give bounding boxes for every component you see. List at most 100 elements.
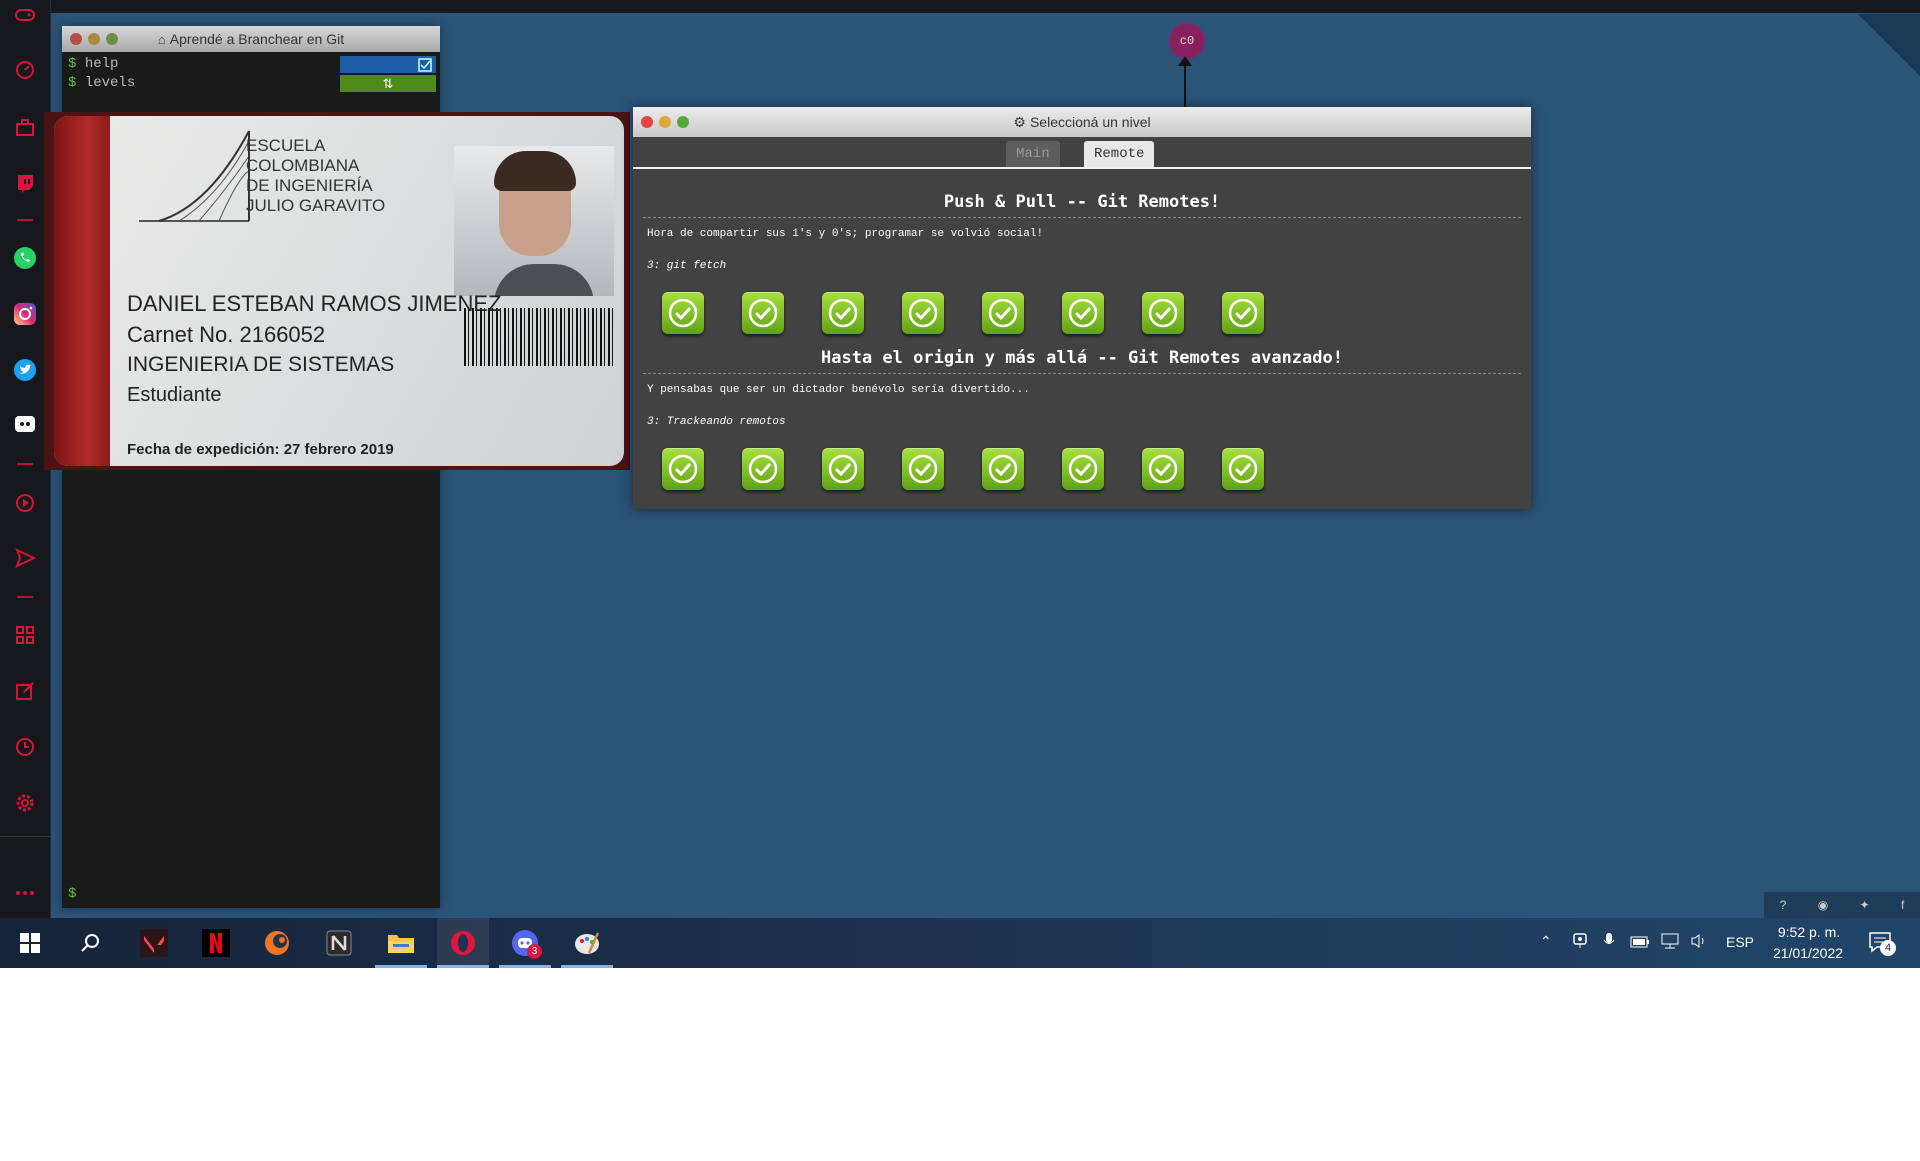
fork-corner[interactable] [1858, 14, 1920, 76]
briefcase-icon[interactable] [10, 113, 40, 143]
check-icon [908, 298, 938, 328]
settings-icon[interactable] [10, 788, 40, 818]
level-select-dialog: ⚙ Seleccioná un nivel Main Remote Push &… [633, 107, 1531, 509]
window-controls [641, 116, 689, 128]
gear-icon: ⚙ [1013, 113, 1026, 130]
prompt-symbol: $ [68, 75, 77, 91]
start-button[interactable] [4, 918, 56, 968]
globe-icon[interactable]: ◉ [1818, 898, 1828, 912]
branch-pointer-line [1184, 64, 1186, 108]
close-button[interactable] [70, 33, 82, 45]
level-button[interactable] [1222, 292, 1264, 334]
issue-date: Fecha de expedición: 27 febrero 2019 [127, 441, 394, 458]
maximize-button[interactable] [106, 33, 118, 45]
more-icon[interactable] [10, 878, 40, 908]
microphone-icon[interactable] [1603, 932, 1615, 955]
check-icon [1148, 298, 1178, 328]
clock-date[interactable]: 21/01/2022 [1768, 945, 1848, 961]
speedometer-icon[interactable] [10, 55, 40, 85]
send-icon[interactable] [10, 543, 40, 573]
check-icon [1228, 454, 1258, 484]
grid-icon[interactable] [10, 620, 40, 650]
check-icon [668, 298, 698, 328]
clock-time[interactable]: 9:52 p. m. [1774, 924, 1844, 940]
level-button[interactable] [1062, 448, 1104, 490]
level-button[interactable] [662, 448, 704, 490]
instagram-icon[interactable] [10, 299, 40, 329]
taskbar-netflix[interactable] [190, 918, 242, 968]
taskbar-discord[interactable]: 3 [499, 918, 551, 968]
taskbar-crunchyroll[interactable] [251, 918, 303, 968]
sequence-title: Hasta el origin y más allá -- Git Remote… [821, 348, 1343, 368]
network-icon[interactable] [1660, 933, 1680, 954]
terminal-input-line[interactable]: $ [68, 886, 76, 902]
id-card: ESCUELA COLOMBIANA DE INGENIERÍA JULIO G… [54, 116, 624, 466]
crunchyroll-icon [265, 931, 289, 955]
twitter-icon[interactable]: ✦ [1860, 898, 1870, 912]
webcam-icon[interactable] [1572, 932, 1588, 955]
school-line: ESCUELA [246, 136, 326, 155]
webcam-id-card: ESCUELA COLOMBIANA DE INGENIERÍA JULIO G… [44, 112, 630, 470]
minimize-button[interactable] [88, 33, 100, 45]
checkbox-icon [418, 57, 432, 72]
gamepad-icon[interactable] [10, 0, 40, 30]
whatsapp-icon[interactable] [10, 243, 40, 273]
dialog-titlebar: ⚙ Seleccioná un nivel [633, 107, 1531, 137]
battery-icon[interactable] [1630, 935, 1650, 953]
facebook-icon[interactable]: f [1901, 898, 1904, 912]
level-button[interactable] [1142, 448, 1184, 490]
edit-icon[interactable] [10, 676, 40, 706]
level-button[interactable] [982, 292, 1024, 334]
desktop-screen: c0 ⌂ Aprendé a Branchear en Git $ help $… [0, 0, 1920, 968]
terminal-title: Aprendé a Branchear en Git [169, 31, 345, 47]
level-button[interactable] [742, 448, 784, 490]
tab-remote[interactable]: Remote [1084, 141, 1155, 167]
terminal-titlebar: ⌂ Aprendé a Branchear en Git [62, 26, 440, 52]
clock-icon[interactable] [10, 732, 40, 762]
taskbar-valorant[interactable] [128, 918, 180, 968]
language-indicator[interactable]: ESP [1726, 934, 1754, 950]
terminal-history-line[interactable]: $ levels [68, 75, 135, 91]
twitter-icon[interactable] [10, 355, 40, 385]
maximize-button[interactable] [677, 116, 689, 128]
close-button[interactable] [641, 116, 653, 128]
check-icon [908, 454, 938, 484]
level-button[interactable] [1062, 292, 1104, 334]
level-button[interactable] [742, 292, 784, 334]
minimize-button[interactable] [659, 116, 671, 128]
check-icon [1148, 454, 1178, 484]
card-red-stripe [54, 116, 110, 466]
tab-main[interactable]: Main [1006, 141, 1060, 167]
volume-icon[interactable] [1690, 933, 1708, 954]
help-icon[interactable]: ? [1780, 898, 1787, 912]
level-button[interactable] [822, 448, 864, 490]
taskbar-file-explorer[interactable] [375, 918, 427, 968]
terminal-history-line[interactable]: $ help [68, 56, 118, 72]
level-button[interactable] [1222, 448, 1264, 490]
school-line: DE INGENIERÍA [246, 176, 373, 195]
level-button[interactable] [982, 448, 1024, 490]
taskbar-opera[interactable] [437, 918, 489, 968]
student-name: DANIEL ESTEBAN RAMOS JIMENEZ [127, 291, 502, 316]
check-icon [1228, 298, 1258, 328]
taskbar-paint[interactable] [561, 918, 613, 968]
commit-node[interactable]: c0 [1168, 22, 1206, 60]
level-button[interactable] [662, 292, 704, 334]
taskbar-notion[interactable] [313, 918, 365, 968]
level-button[interactable] [902, 292, 944, 334]
selected-level-label: 3: Trackeando remotos [647, 416, 786, 428]
player-icon[interactable] [10, 488, 40, 518]
level-button[interactable] [1142, 292, 1184, 334]
sidebar-separator [17, 596, 33, 598]
level-button[interactable] [822, 292, 864, 334]
school-logo-icon [139, 130, 250, 222]
level-button[interactable] [902, 448, 944, 490]
chevron-up-icon[interactable]: ⌃ [1540, 933, 1552, 950]
home-icon: ⌂ [157, 31, 166, 47]
search-button[interactable] [64, 918, 116, 968]
twitch-icon[interactable] [10, 168, 40, 198]
notification-center-button[interactable]: 4 [1868, 930, 1896, 959]
discord-icon[interactable] [10, 410, 40, 440]
sequence-divider [643, 217, 1521, 218]
windows-icon [20, 933, 40, 953]
